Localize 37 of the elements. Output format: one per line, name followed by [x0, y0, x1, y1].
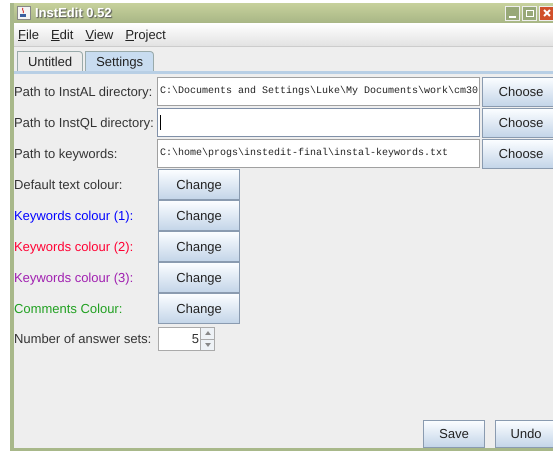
choose-button[interactable]: Choose: [482, 138, 553, 168]
change-button[interactable]: Change: [158, 293, 240, 324]
field-label: Number of answer sets:: [14, 330, 152, 348]
change-button[interactable]: Change: [158, 169, 240, 200]
field-label: Path to keywords:: [14, 144, 118, 163]
minimize-icon[interactable]: [505, 6, 520, 20]
colour-label: Comments Colour:: [14, 300, 124, 318]
change-button[interactable]: Change: [158, 262, 240, 293]
close-icon[interactable]: [539, 6, 553, 20]
change-button[interactable]: Change: [158, 231, 240, 262]
menu-item[interactable]: View: [85, 24, 114, 44]
colour-label: Keywords colour (3):: [14, 268, 134, 287]
field-label: Path to InstAL directory:: [14, 82, 154, 101]
number-spinner[interactable]: 5: [158, 327, 215, 351]
tab[interactable]: Settings: [85, 51, 154, 71]
spin-down-icon[interactable]: [201, 340, 214, 350]
menu-item[interactable]: File: [18, 24, 39, 44]
maximize-icon[interactable]: [522, 6, 537, 20]
spin-up-icon[interactable]: [201, 328, 214, 340]
choose-button[interactable]: Choose: [482, 108, 553, 138]
change-button[interactable]: Change: [158, 200, 240, 231]
path-field[interactable]: C:\Documents and Settings\Luke\My Documents\work\cm30: [157, 77, 480, 106]
colour-label: Keywords colour (1):: [14, 206, 134, 225]
text-cursor: [160, 115, 161, 130]
choose-button[interactable]: Choose: [482, 76, 553, 106]
tab[interactable]: Untitled: [17, 51, 84, 71]
coffee-cup-icon: [17, 6, 31, 20]
action-button[interactable]: Save: [423, 420, 485, 448]
window-title: InstEdit 0.52: [35, 4, 112, 22]
colour-label: Default text colour:: [14, 176, 124, 194]
action-button[interactable]: Undo: [495, 420, 553, 448]
menu-item[interactable]: Edit: [50, 24, 74, 44]
path-field[interactable]: C:\home\progs\instedit-final\instal-keywords.txt: [157, 139, 480, 168]
menu-item[interactable]: Project: [125, 24, 166, 44]
field-label: Path to InstQL directory:: [14, 114, 155, 132]
path-field[interactable]: [157, 108, 480, 137]
colour-label: Keywords colour (2):: [14, 238, 134, 256]
